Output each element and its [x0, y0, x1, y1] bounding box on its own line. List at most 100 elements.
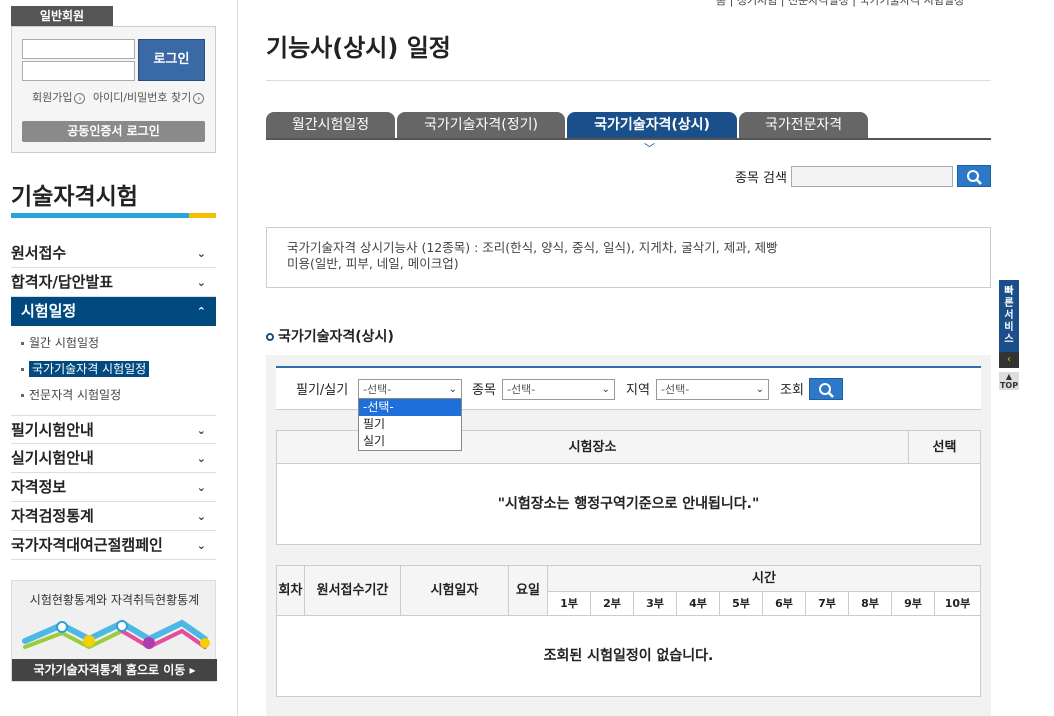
- arrow-right-icon: ›: [74, 92, 86, 104]
- col-day: 요일: [509, 566, 548, 616]
- chevron-down-icon: ﹀: [644, 142, 655, 155]
- subject-select-value: -선택-: [507, 383, 536, 396]
- search-input[interactable]: [791, 166, 953, 187]
- part-header: 6부: [763, 592, 806, 616]
- statistics-banner[interactable]: 시험현황통계와 자격취득현황통계 국가기술자격통계 홈으로 이동 ▸: [11, 580, 217, 682]
- sidebar-item-written-guide[interactable]: 필기시험안내 ⌄: [11, 415, 216, 444]
- subject-label: 종목: [472, 383, 496, 398]
- part-header: 3부: [634, 592, 677, 616]
- title-underline: [11, 213, 189, 218]
- chevron-down-icon: ⌄: [196, 247, 206, 260]
- login-box: 로그인 회원가입 › 아이디/비밀번호 찾기 › 공동인증서 로그인: [11, 26, 216, 153]
- type-select-value: -선택-: [363, 383, 392, 396]
- chevron-down-icon: ⌄: [196, 510, 206, 523]
- sub-item-monthly[interactable]: 월간 시험일정: [21, 334, 99, 351]
- sub-item-label: 월간 시험일정: [29, 336, 100, 350]
- sub-item-professional[interactable]: 전문자격 시험일정: [21, 386, 121, 403]
- chevron-up-icon: ⌃: [196, 305, 206, 318]
- subject-select[interactable]: -선택- ⌄: [502, 379, 615, 400]
- sidebar-item-label: 원서접수: [11, 244, 67, 262]
- tab-monthly[interactable]: 월간시험일정: [266, 112, 395, 139]
- quick-service-label: 빠른서비스: [1004, 286, 1014, 345]
- sidebar-item-label: 시험일정: [21, 302, 77, 320]
- chevron-down-icon: ⌄: [755, 384, 764, 395]
- part-header: 10부: [935, 592, 980, 616]
- schedule-message: 조회된 시험일정이 없습니다.: [543, 648, 714, 664]
- type-select[interactable]: -선택- ⌄: [358, 379, 462, 400]
- sub-item-label: 국가기술자격 시험일정: [29, 361, 150, 377]
- col-period: 원서접수기간: [305, 566, 401, 616]
- tabs-underline: [266, 138, 991, 140]
- password-input[interactable]: [22, 61, 135, 81]
- sidebar-item-statistics[interactable]: 자격검정통계 ⌄: [11, 502, 216, 531]
- sidebar-item-practical-guide[interactable]: 실기시험안내 ⌄: [11, 444, 216, 473]
- title-divider: [266, 80, 991, 81]
- sidebar-item-application[interactable]: 원서접수 ⌄: [11, 239, 216, 268]
- top-button[interactable]: ▲ TOP: [999, 372, 1019, 390]
- banner-title: 시험현황통계와 자격취득현황통계: [29, 593, 200, 607]
- type-dropdown-list: -선택- 필기 실기: [358, 398, 462, 451]
- sidebar-item-label: 자격정보: [11, 478, 67, 496]
- chevron-down-icon: ⌄: [196, 539, 206, 552]
- caret-up-icon: ▲: [1005, 372, 1013, 381]
- bullet-icon: [21, 368, 24, 371]
- chevron-down-icon: ⌄: [196, 424, 206, 437]
- col-round: 회차: [277, 566, 305, 616]
- chevron-down-icon: ⌄: [196, 276, 206, 289]
- sidebar-item-qualification-info[interactable]: 자격정보 ⌄: [11, 473, 216, 502]
- sidebar-item-label: 자격검정통계: [11, 507, 94, 525]
- search-label: 종목 검색: [735, 171, 787, 186]
- sub-item-national-tech[interactable]: 국가기술자격 시험일정: [21, 360, 150, 377]
- section-heading-text: 국가기술자격(상시): [278, 329, 394, 345]
- schedule-table: 회차 원서접수기간 시험일자 요일 시간 1부 2부 3부 4부 5부 6부 7…: [276, 565, 981, 697]
- banner-link-label: 국가기술자격통계 홈으로 이동: [33, 663, 186, 677]
- find-account-link[interactable]: 아이디/비밀번호 찾기: [93, 91, 191, 104]
- circle-bullet-icon: [266, 333, 274, 341]
- member-tab[interactable]: 일반회원: [11, 6, 113, 26]
- page-title: 기능사(상시) 일정: [266, 34, 451, 62]
- chevron-down-icon: ⌄: [196, 452, 206, 465]
- tab-national-regular[interactable]: 국가기술자격(정기): [397, 112, 565, 139]
- arrow-right-icon: ›: [193, 92, 205, 104]
- sidebar-item-results[interactable]: 합격자/답안발표 ⌄: [11, 268, 216, 297]
- section-heading: 국가기술자격(상시): [266, 326, 394, 346]
- part-header: 9부: [892, 592, 935, 616]
- sub-item-label: 전문자격 시험일정: [29, 388, 122, 402]
- part-header: 8부: [849, 592, 892, 616]
- region-select-value: -선택-: [661, 383, 690, 396]
- chevron-left-icon[interactable]: ‹: [999, 352, 1019, 368]
- play-icon: ▸: [189, 663, 196, 677]
- breadcrumb: 홈 | 정기시험 | 전문자격일정 | 국가기술자격 시험일정: [716, 0, 965, 7]
- sidebar-item-campaign[interactable]: 국가자격대여근절캠페인 ⌄: [11, 531, 216, 560]
- search-button[interactable]: [957, 165, 991, 187]
- dropdown-option[interactable]: 필기: [359, 416, 461, 433]
- part-header: 5부: [720, 592, 763, 616]
- id-input[interactable]: [22, 39, 135, 59]
- region-label: 지역: [626, 383, 650, 398]
- query-button[interactable]: [809, 378, 843, 400]
- chart-graphic-icon: [22, 619, 210, 650]
- venue-message: "시험장소는 행정구역기준으로 안내됩니다.": [497, 496, 760, 512]
- query-label: 조회: [780, 383, 804, 398]
- banner-link[interactable]: 국가기술자격통계 홈으로 이동 ▸: [12, 659, 217, 681]
- login-button[interactable]: 로그인: [138, 39, 205, 81]
- cert-login-button[interactable]: 공동인증서 로그인: [22, 121, 205, 142]
- col-time: 시간: [548, 566, 980, 592]
- search-icon: [967, 170, 982, 185]
- top-label: TOP: [999, 381, 1019, 390]
- join-link[interactable]: 회원가입: [32, 91, 72, 104]
- dropdown-option[interactable]: 실기: [359, 433, 461, 450]
- notice-box: 국가기술자격 상시기능사 (12종목) : 조리(한식, 양식, 중식, 일식)…: [266, 227, 991, 288]
- sidebar-item-schedule[interactable]: 시험일정 ⌃: [11, 297, 216, 326]
- region-select[interactable]: -선택- ⌄: [656, 379, 769, 400]
- tab-national-ondemand[interactable]: 국가기술자격(상시): [567, 112, 737, 139]
- dropdown-option[interactable]: -선택-: [359, 399, 461, 416]
- part-header: 7부: [806, 592, 849, 616]
- sidebar-item-label: 합격자/답안발표: [11, 273, 114, 291]
- chevron-down-icon: ⌄: [448, 384, 457, 395]
- tab-professional[interactable]: 국가전문자격: [739, 112, 868, 139]
- sidebar-item-label: 필기시험안내: [11, 421, 94, 439]
- part-header: 1부: [548, 592, 591, 616]
- bullet-icon: [21, 394, 24, 397]
- chevron-down-icon: ⌄: [196, 481, 206, 494]
